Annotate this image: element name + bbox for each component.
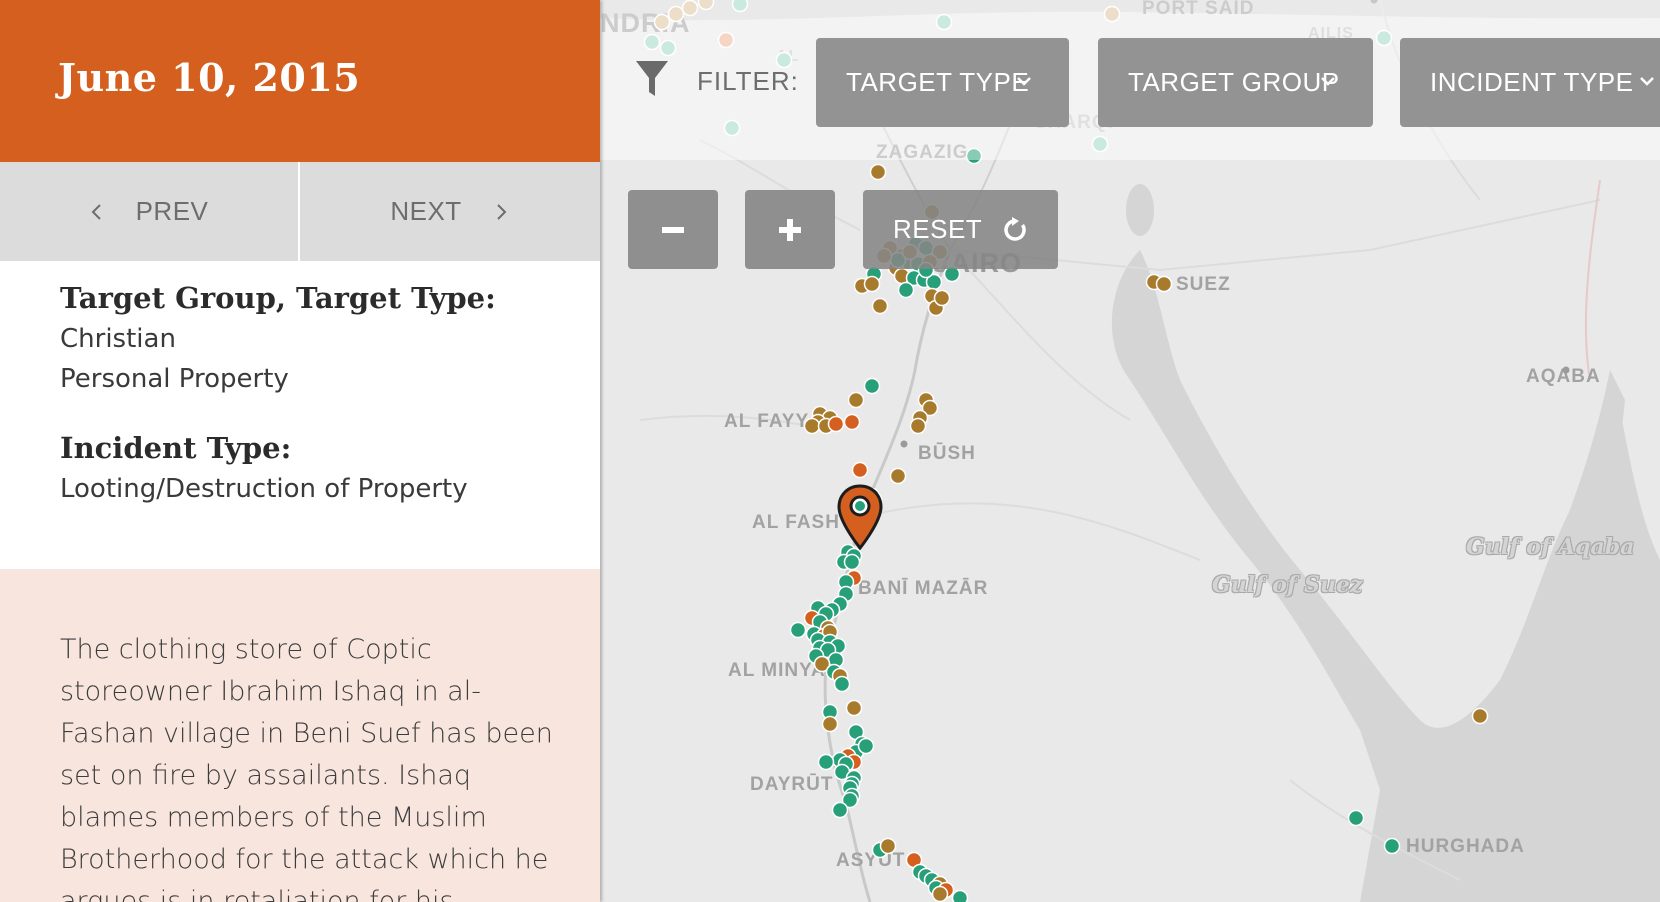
chevron-left-icon bbox=[91, 203, 101, 220]
incident-marker[interactable] bbox=[1471, 707, 1489, 725]
chevron-down-icon bbox=[1017, 77, 1031, 86]
incident-navigation: PREV NEXT bbox=[0, 162, 600, 261]
incident-marker[interactable] bbox=[889, 467, 907, 485]
chevron-down-icon bbox=[1640, 77, 1654, 86]
incident-sidebar: June 10, 2015 PREV NEXT Target Group, Ta… bbox=[0, 0, 600, 902]
target-type-dropdown[interactable]: TARGET TYPE bbox=[816, 38, 1069, 127]
city-dot bbox=[900, 440, 908, 448]
incident-marker[interactable] bbox=[869, 163, 887, 181]
incident-marker[interactable] bbox=[909, 417, 927, 435]
incident-marker[interactable] bbox=[827, 415, 845, 433]
incident-marker[interactable] bbox=[833, 675, 851, 693]
incident-marker[interactable] bbox=[789, 621, 807, 639]
reset-icon bbox=[1004, 217, 1026, 241]
incident-type-dropdown[interactable]: INCIDENT TYPE bbox=[1400, 38, 1660, 127]
target-group-dropdown[interactable]: TARGET GROUP bbox=[1098, 38, 1373, 127]
filter-label: FILTER: bbox=[697, 66, 799, 96]
incident-marker[interactable] bbox=[897, 281, 915, 299]
next-label: NEXT bbox=[390, 196, 462, 226]
city-dot bbox=[1562, 366, 1570, 374]
next-button[interactable]: NEXT bbox=[300, 162, 598, 261]
incident-heading: Incident Type: bbox=[60, 431, 292, 465]
incident-details: Target Group, Target Type: Christian Per… bbox=[0, 261, 600, 569]
incident-description-panel: The clothing store of Coptic storeowner … bbox=[0, 569, 600, 902]
incident-marker[interactable] bbox=[951, 889, 969, 902]
incident-marker[interactable] bbox=[931, 885, 949, 902]
incident-marker[interactable] bbox=[821, 715, 839, 733]
incident-marker[interactable] bbox=[817, 753, 835, 771]
map-pin-icon[interactable] bbox=[836, 484, 884, 552]
incident-type-value: Looting/Destruction of Property bbox=[60, 474, 468, 504]
zoom-out-button[interactable] bbox=[628, 190, 718, 269]
zoom-in-button[interactable] bbox=[745, 190, 835, 269]
incident-marker[interactable] bbox=[1155, 275, 1173, 293]
reset-button[interactable]: RESET bbox=[863, 190, 1058, 269]
prev-button[interactable]: PREV bbox=[0, 162, 298, 261]
filter-icon bbox=[636, 61, 668, 96]
incident-marker[interactable] bbox=[843, 553, 861, 571]
incident-description: The clothing store of Coptic storeowner … bbox=[60, 634, 553, 902]
date-header: June 10, 2015 bbox=[0, 0, 600, 162]
incident-marker[interactable] bbox=[803, 417, 821, 435]
reset-label: RESET bbox=[893, 214, 983, 244]
plus-icon bbox=[779, 218, 801, 241]
minus-icon bbox=[662, 226, 684, 233]
incident-marker[interactable] bbox=[863, 377, 881, 395]
target-group-label: TARGET GROUP bbox=[1128, 67, 1340, 97]
incident-marker[interactable] bbox=[851, 461, 869, 479]
chevron-down-icon bbox=[1321, 77, 1335, 86]
incident-marker[interactable] bbox=[1347, 809, 1365, 827]
incident-marker[interactable] bbox=[857, 737, 875, 755]
incident-marker[interactable] bbox=[879, 837, 897, 855]
incident-marker[interactable] bbox=[843, 413, 861, 431]
prev-label: PREV bbox=[135, 196, 209, 226]
incident-type-label: INCIDENT TYPE bbox=[1430, 67, 1634, 97]
target-heading: Target Group, Target Type: bbox=[60, 281, 496, 315]
chevron-right-icon bbox=[496, 203, 507, 220]
incident-marker[interactable] bbox=[933, 289, 951, 307]
incident-marker[interactable] bbox=[831, 801, 849, 819]
incident-marker[interactable] bbox=[845, 699, 863, 717]
incident-date: June 10, 2015 bbox=[58, 55, 361, 100]
incident-marker[interactable] bbox=[1383, 837, 1401, 855]
target-type-value: Personal Property bbox=[60, 364, 289, 394]
incident-marker[interactable] bbox=[871, 297, 889, 315]
incident-marker[interactable] bbox=[863, 275, 881, 293]
target-group-value: Christian bbox=[60, 324, 176, 354]
incident-marker[interactable] bbox=[847, 391, 865, 409]
target-type-label: TARGET TYPE bbox=[846, 67, 1030, 97]
